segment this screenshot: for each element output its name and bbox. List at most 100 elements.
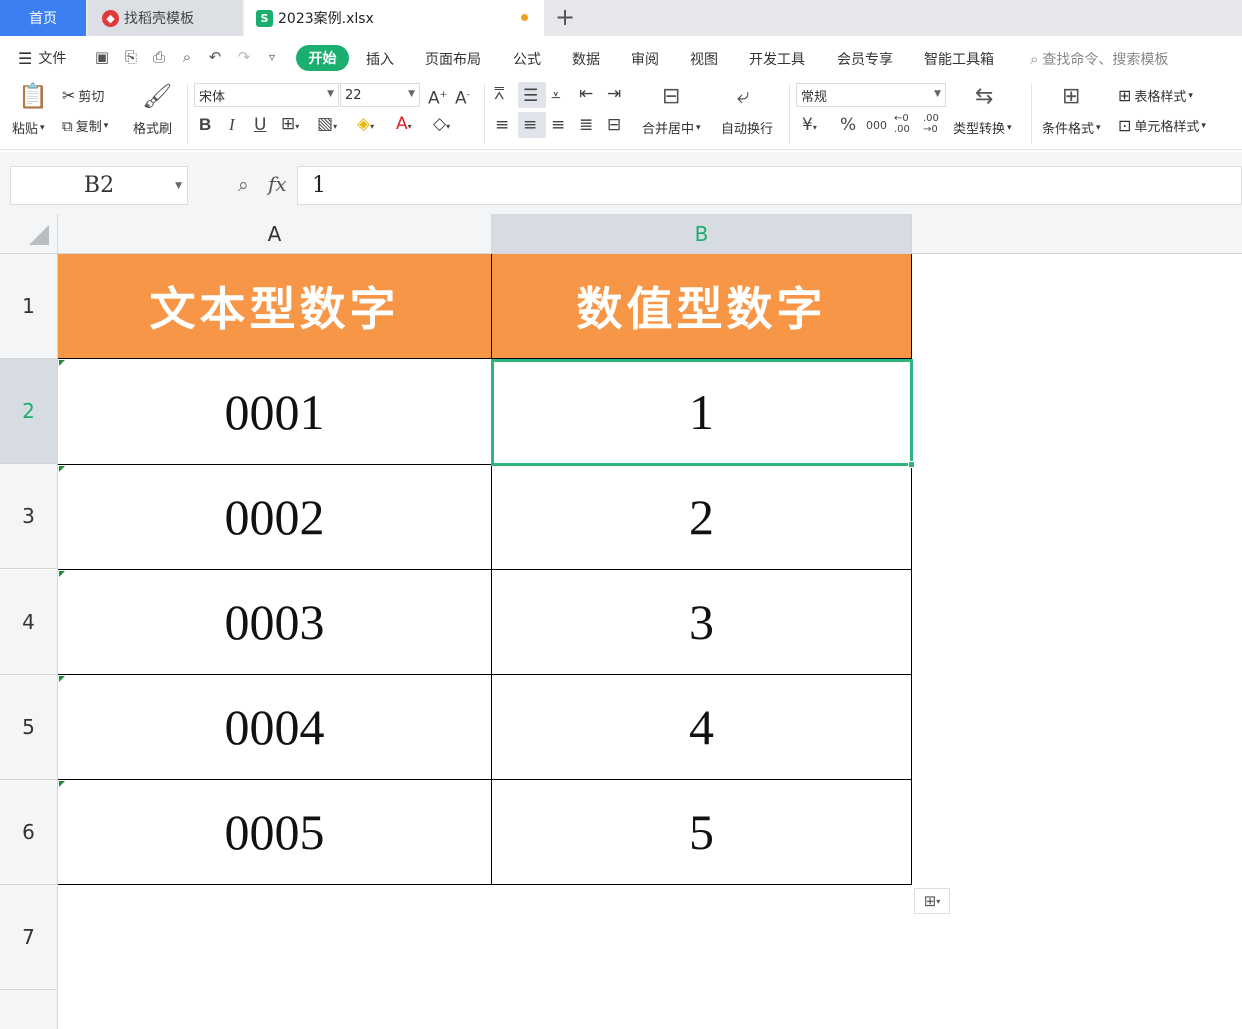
- customize-toolbar-icon[interactable]: ▿: [262, 47, 282, 67]
- number-format-select[interactable]: 常规 ▼: [796, 83, 946, 107]
- menu-member[interactable]: 会员专享: [837, 49, 893, 69]
- command-search[interactable]: ⌕ 查找命令、搜索模板: [1030, 49, 1168, 69]
- row-header-2[interactable]: 2: [0, 359, 58, 464]
- align-left-icon[interactable]: ≡: [495, 115, 509, 135]
- function-icon[interactable]: fx: [268, 172, 287, 196]
- menu-smart-toolbox[interactable]: 智能工具箱: [924, 49, 994, 69]
- redo-icon[interactable]: ↷: [234, 47, 254, 67]
- cell-a4[interactable]: 0003: [58, 570, 492, 675]
- select-all-button[interactable]: [0, 214, 58, 254]
- text-number-warning-icon[interactable]: [59, 466, 65, 472]
- wrap-text-icon[interactable]: ⤶: [737, 84, 749, 109]
- menu-developer[interactable]: 开发工具: [749, 49, 805, 69]
- merge-center-icon[interactable]: ⊟: [662, 84, 680, 109]
- column-header-a[interactable]: A: [58, 214, 492, 254]
- decrease-indent-icon[interactable]: ⇤: [579, 84, 593, 104]
- paste-options-icon[interactable]: ⊞ ▾: [914, 888, 950, 914]
- justify-icon[interactable]: ≣: [579, 115, 593, 135]
- increase-indent-icon[interactable]: ⇥: [607, 84, 621, 104]
- menu-view[interactable]: 视图: [690, 49, 718, 69]
- font-name-select[interactable]: 宋体 ▼: [194, 83, 339, 107]
- print-icon[interactable]: ⎙: [149, 47, 169, 67]
- conditional-format-icon[interactable]: ⊞: [1062, 84, 1080, 109]
- borders-icon[interactable]: ⊞▾: [281, 114, 299, 137]
- copy-button[interactable]: ⧉ 复制 ▾: [62, 116, 108, 136]
- row-header-4[interactable]: 4: [0, 570, 58, 675]
- distributed-icon[interactable]: ⊟: [607, 115, 621, 135]
- decrease-font-icon[interactable]: A-: [455, 85, 470, 109]
- column-header-b[interactable]: B: [492, 214, 912, 254]
- row-header-1[interactable]: 1: [0, 254, 58, 359]
- cell-a6[interactable]: 0005: [58, 780, 492, 885]
- undo-icon[interactable]: ↶: [205, 47, 225, 67]
- type-convert-button[interactable]: 类型转换 ▾: [953, 118, 1012, 137]
- zoom-icon[interactable]: ⌕: [238, 174, 249, 196]
- increase-decimal-icon[interactable]: ←0 .00: [894, 113, 916, 135]
- cell-style-button[interactable]: ⊡ 单元格样式 ▾: [1118, 116, 1206, 135]
- align-right-icon[interactable]: ≡: [551, 115, 565, 135]
- conditional-format-button[interactable]: 条件格式 ▾: [1042, 118, 1101, 137]
- cell-b3[interactable]: 2: [492, 465, 912, 570]
- formula-input[interactable]: 1: [297, 166, 1242, 205]
- decrease-decimal-icon[interactable]: .00 →0: [923, 113, 945, 135]
- align-middle-icon[interactable]: ☰: [523, 86, 538, 106]
- menu-page-layout[interactable]: 页面布局: [425, 49, 481, 69]
- tab-document[interactable]: S 2023案例.xlsx: [244, 0, 544, 36]
- text-number-warning-icon[interactable]: [59, 781, 65, 787]
- merge-center-button[interactable]: 合并居中 ▾: [642, 118, 701, 137]
- name-box[interactable]: B2 ▼: [10, 166, 188, 205]
- bold-icon[interactable]: B: [199, 115, 211, 135]
- paste-icon[interactable]: 📋: [18, 82, 48, 110]
- cell-a2[interactable]: 0001: [58, 359, 492, 465]
- fill-handle[interactable]: [908, 461, 915, 468]
- cell-b6[interactable]: 5: [492, 780, 912, 885]
- type-convert-icon[interactable]: ⇆: [975, 84, 993, 109]
- menu-review[interactable]: 审阅: [631, 49, 659, 69]
- tab-template[interactable]: ◆ 找稻壳模板: [88, 0, 242, 36]
- align-top-icon[interactable]: ⩞: [494, 84, 504, 104]
- menu-home[interactable]: 开始: [296, 45, 349, 71]
- text-number-warning-icon[interactable]: [59, 676, 65, 682]
- thousands-separator-icon[interactable]: 000: [866, 116, 887, 136]
- row-header-7[interactable]: 7: [0, 885, 58, 990]
- fill-pattern-icon[interactable]: ▧▾: [317, 114, 337, 137]
- menu-insert[interactable]: 插入: [366, 49, 394, 69]
- cell-b2[interactable]: 1: [492, 359, 912, 465]
- increase-font-icon[interactable]: A+: [428, 85, 447, 109]
- table-style-button[interactable]: ⊞ 表格样式 ▾: [1118, 86, 1193, 105]
- currency-icon[interactable]: ¥▾: [802, 115, 817, 138]
- cell-b1[interactable]: 数值型数字: [492, 254, 912, 359]
- cell-a3[interactable]: 0002: [58, 465, 492, 570]
- align-bottom-icon[interactable]: ⩡: [551, 86, 561, 106]
- export-pdf-icon[interactable]: ⎘: [121, 47, 141, 67]
- format-painter-button[interactable]: 格式刷: [133, 118, 172, 137]
- cell-b5[interactable]: 4: [492, 675, 912, 780]
- format-painter-icon[interactable]: 🖌: [142, 82, 172, 110]
- wrap-text-button[interactable]: 自动换行: [721, 118, 773, 137]
- underline-icon[interactable]: U: [254, 115, 266, 135]
- cell-a5[interactable]: 0004: [58, 675, 492, 780]
- font-color-icon[interactable]: A▾: [396, 114, 412, 137]
- print-preview-icon[interactable]: ⌕: [177, 47, 197, 67]
- cell-b4[interactable]: 3: [492, 570, 912, 675]
- row-header-3[interactable]: 3: [0, 464, 58, 569]
- paste-button[interactable]: 粘贴 ▾: [12, 118, 45, 137]
- menu-formulas[interactable]: 公式: [513, 49, 541, 69]
- new-tab-plus-icon[interactable]: +: [555, 4, 575, 30]
- font-size-select[interactable]: 22 ▼: [340, 83, 420, 107]
- align-center-icon[interactable]: ≡: [523, 115, 537, 135]
- text-number-warning-icon[interactable]: [59, 360, 65, 366]
- row-header-5[interactable]: 5: [0, 675, 58, 780]
- fill-color-icon[interactable]: ◈▾: [357, 114, 374, 137]
- file-menu[interactable]: ☰ 文件: [18, 48, 66, 68]
- row-header-6[interactable]: 6: [0, 780, 58, 885]
- italic-icon[interactable]: I: [229, 115, 235, 135]
- text-number-warning-icon[interactable]: [59, 571, 65, 577]
- cut-button[interactable]: ✂ 剪切: [62, 86, 104, 105]
- tab-home[interactable]: 首页: [0, 0, 86, 36]
- clear-format-icon[interactable]: ◇▾: [433, 114, 450, 137]
- percent-icon[interactable]: %: [840, 115, 856, 135]
- cell-a1[interactable]: 文本型数字: [58, 254, 492, 359]
- menu-data[interactable]: 数据: [572, 49, 600, 69]
- save-icon[interactable]: ▣: [92, 47, 112, 67]
